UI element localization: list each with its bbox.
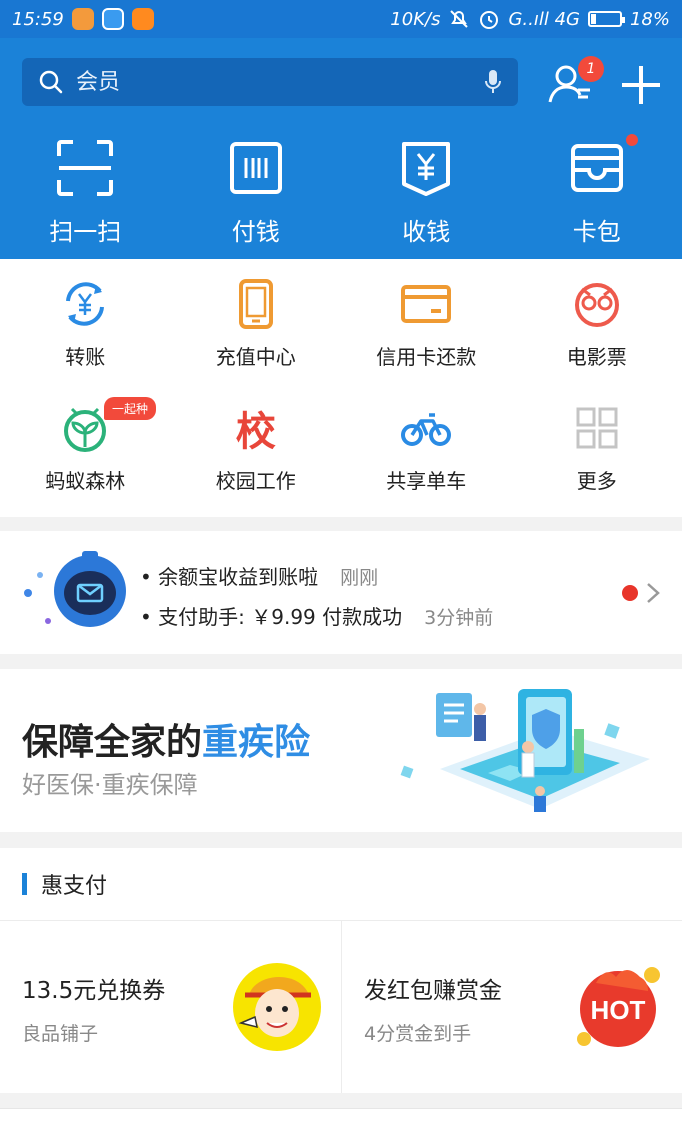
card-wallet-icon	[570, 144, 623, 192]
notification-line: • 余额宝收益到账啦 刚刚	[140, 561, 378, 590]
coupon-title: 发红包赚赏金	[364, 978, 502, 1004]
grid-item-label: 共享单车	[386, 469, 467, 493]
quick-action-receive[interactable]: 收钱	[341, 138, 512, 247]
notification-text: • 余额宝收益到账啦	[140, 565, 319, 589]
coupon-title: 13.5元兑换券	[22, 978, 166, 1004]
notification-app-icon	[101, 8, 124, 30]
contacts-button[interactable]: 1	[548, 56, 604, 104]
app-grid-row: 转账 充值中心 信用卡还款 电影票	[0, 259, 682, 383]
contacts-badge: 1	[578, 56, 604, 82]
ant-forest-icon	[64, 407, 107, 452]
search-icon	[39, 70, 63, 94]
more-grid-icon	[576, 407, 618, 449]
grid-item-label: 校园工作	[215, 469, 296, 493]
banner-subtitle: 好医保·重疾保障	[22, 771, 198, 799]
banner-title: 保障全家的重疾险	[22, 713, 310, 765]
search-bar[interactable]	[22, 58, 518, 106]
quick-action-card-wallet[interactable]: 卡包	[512, 132, 682, 247]
campus-icon: 校	[235, 409, 276, 455]
search-input[interactable]	[76, 69, 484, 95]
notification-time: 3分钟前	[424, 607, 494, 629]
grid-item-movie[interactable]: 电影票	[512, 259, 682, 383]
status-time: 15:59	[12, 8, 64, 30]
grid-item-bike[interactable]: 共享单车	[341, 383, 512, 507]
grid-item-campus[interactable]: 校 校园工作	[171, 383, 342, 507]
grid-item-transfer[interactable]: 转账	[0, 259, 171, 383]
new-badge-dot	[623, 132, 640, 148]
quick-action-label: 付钱	[231, 218, 280, 246]
notification-time: 刚刚	[340, 567, 379, 589]
header: 1 扫一扫 付钱 收钱	[0, 38, 682, 259]
grid-item-recharge[interactable]: 充值中心	[171, 259, 342, 383]
section-title: 惠支付	[41, 874, 108, 899]
coupon-card[interactable]: 发红包赚赏金 4分赏金到手 HOT	[341, 921, 682, 1093]
pay-code-icon	[229, 142, 282, 194]
app-grid-row: 蚂蚁森林 校 校园工作 共享单车 更多	[0, 383, 682, 507]
transfer-icon	[66, 282, 105, 326]
coupon-desc: 4分赏金到手	[364, 1023, 472, 1045]
status-bar: 15:59 10K/s G..ıll 4G 18%	[0, 0, 682, 38]
credit-card-icon	[401, 285, 452, 323]
quick-action-label: 卡包	[572, 218, 621, 246]
battery-percent: 18%	[629, 8, 670, 30]
mute-icon	[450, 10, 469, 28]
network-speed: 10K/s	[390, 8, 441, 30]
coupon-desc: 良品铺子	[22, 1023, 99, 1045]
message-card[interactable]: • 余额宝收益到账啦 刚刚 • 支付助手: ￥9.99 付款成功 3分钟前	[0, 531, 682, 654]
battery-icon	[587, 11, 625, 27]
battery-level	[590, 14, 597, 24]
banner-title-main: 保障全家的	[22, 722, 203, 763]
assistant-robot-icon	[24, 551, 126, 627]
coupon-card[interactable]: 13.5元兑换券 良品铺子	[0, 921, 341, 1093]
chevron-right-icon	[647, 583, 660, 603]
grid-item-label: 蚂蚁森林	[45, 469, 126, 493]
banner-title-highlight: 重疾险	[202, 722, 311, 763]
hui-zhifu-section: 惠支付 13.5元兑换券 良品铺子 发红包赚赏金 4分赏金到手 HOT	[0, 848, 682, 1093]
quick-action-scan[interactable]: 扫一扫	[0, 138, 171, 247]
hot-badge-image: HOT	[577, 967, 660, 1047]
microphone-icon[interactable]	[484, 69, 502, 95]
quick-actions: 扫一扫 付钱 收钱 卡包	[0, 132, 682, 247]
quick-action-pay[interactable]: 付钱	[171, 138, 342, 247]
app-grid: 转账 充值中心 信用卡还款 电影票 蚂蚁森林 校 校园工作 共享单车 更多 一起…	[0, 259, 682, 517]
status-right: 10K/s G..ıll 4G 18%	[390, 8, 670, 30]
scan-icon	[57, 140, 114, 196]
liangpin-mascot-image	[233, 963, 321, 1051]
grid-item-label: 信用卡还款	[376, 345, 477, 369]
status-left: 15:59	[12, 8, 154, 30]
bike-icon	[401, 413, 452, 446]
grid-item-credit-card[interactable]: 信用卡还款	[341, 259, 512, 383]
grid-item-more[interactable]: 更多	[512, 383, 682, 507]
hot-badge-text: HOT	[591, 995, 646, 1025]
add-button[interactable]	[622, 66, 660, 104]
insurance-illustration	[400, 689, 650, 812]
notification-text: • 支付助手: ￥9.99 付款成功	[140, 605, 403, 629]
notification-app-icon	[131, 8, 154, 30]
phone-recharge-icon	[238, 279, 273, 329]
grid-item-label: 充值中心	[215, 345, 296, 369]
unread-dot	[622, 585, 638, 601]
section-accent-bar	[22, 873, 27, 895]
movie-ticket-icon	[574, 283, 619, 327]
quick-action-label: 扫一扫	[49, 218, 122, 246]
alarm-icon	[480, 11, 499, 29]
grid-item-label: 电影票	[566, 345, 627, 369]
grid-item-label: 转账	[65, 345, 106, 369]
ant-forest-tag: 一起种	[104, 397, 157, 420]
notification-app-icon	[71, 8, 94, 30]
quick-action-label: 收钱	[402, 218, 451, 246]
network-signal: G..ıll 4G	[508, 8, 580, 30]
receive-money-icon	[402, 142, 451, 196]
insurance-banner[interactable]: 保障全家的重疾险 好医保·重疾保障	[0, 669, 682, 832]
grid-item-label: 更多	[576, 469, 617, 493]
coupon-cards: 13.5元兑换券 良品铺子 发红包赚赏金 4分赏金到手 HOT	[0, 921, 682, 1093]
section-header: 惠支付	[0, 848, 682, 921]
notification-line: • 支付助手: ￥9.99 付款成功 3分钟前	[140, 601, 493, 630]
next-section-edge	[0, 1108, 682, 1127]
